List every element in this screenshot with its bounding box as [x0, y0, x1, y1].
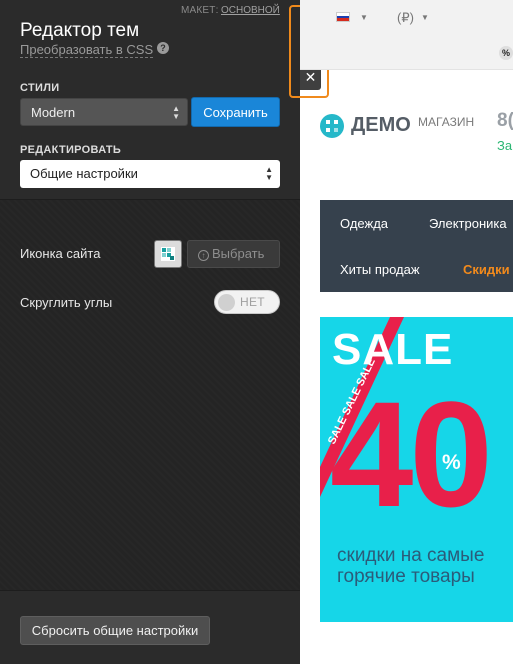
edit-select-value: Общие настройки: [30, 166, 138, 181]
toggle-knob: [218, 294, 235, 311]
help-icon[interactable]: ?: [157, 42, 169, 54]
editor-title: Редактор тем: [20, 20, 140, 41]
favicon-label: Иконка сайта: [20, 246, 101, 261]
caret-down-icon[interactable]: ▼: [421, 13, 429, 22]
convert-to-css-link[interactable]: Преобразовать в CSS: [20, 42, 154, 58]
favicon-preview: [154, 240, 182, 268]
select-arrows-icon: ▲ ▼: [265, 165, 273, 182]
banner-subtitle-line1: скидки на самые: [337, 545, 485, 566]
edit-section-select[interactable]: Общие настройки ▲ ▼: [20, 160, 280, 188]
russia-flag-icon[interactable]: [336, 12, 350, 22]
store-logo-text[interactable]: ДЕМО: [351, 114, 411, 137]
callback-link[interactable]: За: [497, 138, 512, 153]
round-corners-label: Скруглить углы: [20, 295, 113, 310]
toggle-state: НЕТ: [240, 295, 265, 309]
favicon-image: [161, 247, 175, 261]
menu-item-clothes[interactable]: Одежда: [340, 216, 388, 231]
caret-down-icon[interactable]: ▼: [360, 13, 368, 22]
style-select-value: Modern: [31, 105, 76, 120]
reset-settings-button[interactable]: Сбросить общие настройки: [20, 616, 210, 645]
theme-editor-panel: МАКЕТ: ОСНОВНОЙ Редактор тем Преобразова…: [0, 0, 300, 664]
layout-link[interactable]: ОСНОВНОЙ: [221, 5, 280, 16]
edit-label: РЕДАКТИРОВАТЬ: [20, 144, 122, 156]
close-icon: ✕: [304, 69, 317, 85]
select-arrows-icon: ▲ ▼: [172, 104, 180, 121]
menu-item-bestsellers[interactable]: Хиты продаж: [340, 262, 420, 277]
styles-label: СТИЛИ: [20, 82, 60, 94]
discount-badge[interactable]: %: [499, 46, 513, 60]
store-main-menu: Одежда Электроника Хиты продаж Скидки: [320, 200, 513, 292]
choose-button-label: Выбрать: [212, 246, 265, 261]
banner-subtitle-line2: горячие товары: [337, 566, 475, 587]
currency-selector[interactable]: (₽): [397, 10, 414, 26]
sale-banner[interactable]: SALE SALE SALE SALE 40 % скидки на самые…: [320, 317, 513, 622]
banner-discount-number: 40: [330, 370, 493, 538]
choose-favicon-button[interactable]: ↑ Выбрать: [187, 240, 280, 268]
menu-item-electronics[interactable]: Электроника: [429, 216, 507, 231]
layout-label: МАКЕТ:: [181, 5, 219, 16]
banner-percent-sign: %: [442, 451, 461, 474]
store-phone: 8(: [497, 110, 513, 131]
save-button[interactable]: Сохранить: [191, 97, 280, 127]
menu-item-sale[interactable]: Скидки: [463, 262, 510, 277]
style-select[interactable]: Modern ▲ ▼: [20, 98, 188, 126]
store-logo-subtitle: МАГАЗИН: [418, 115, 475, 129]
banner-title: SALE: [332, 325, 454, 374]
upload-icon: ↑: [198, 250, 209, 261]
logo-icon[interactable]: [320, 114, 344, 138]
round-corners-toggle[interactable]: НЕТ: [214, 290, 280, 314]
